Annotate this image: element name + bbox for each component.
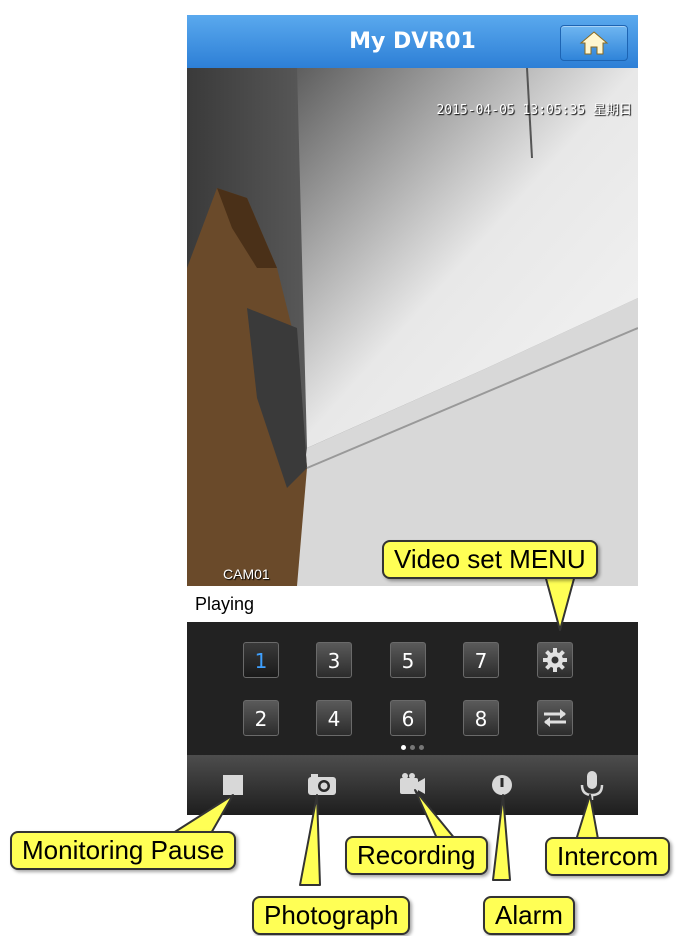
- callout-recording: Recording: [345, 836, 488, 875]
- callout-pointers: [169, 574, 601, 886]
- pointer-photograph: [299, 794, 321, 886]
- pointer-alarm: [492, 794, 511, 881]
- pointer-monitoring-pause: [169, 794, 234, 836]
- callout-photograph: Photograph: [252, 896, 411, 935]
- callout-alarm: Alarm: [483, 896, 575, 935]
- callout-monitoring-pause: Monitoring Pause: [10, 831, 237, 870]
- pointer-video-set-menu: [544, 574, 576, 631]
- callout-video-set-menu: Video set MENU: [382, 540, 598, 579]
- callout-intercom: Intercom: [545, 837, 671, 876]
